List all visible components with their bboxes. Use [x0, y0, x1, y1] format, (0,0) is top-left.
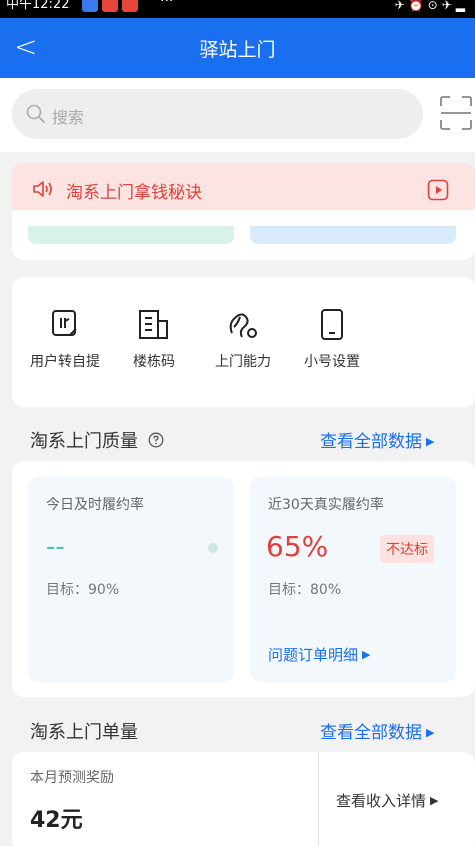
month-rate-target: 目标：80% [268, 582, 342, 598]
problem-orders-text: 问题订单明细 [268, 646, 359, 664]
income-details-link[interactable]: 查看收入详情 ▶ [336, 790, 438, 811]
status-bar: 中午12:22 ··· ✈⏰⊙✈▂ [0, 0, 475, 18]
today-rate-target: 目标：90% [46, 582, 120, 598]
search-input[interactable]: 搜索 [12, 89, 423, 139]
play-icon[interactable] [427, 179, 449, 201]
arrow-right-icon: ▶ [426, 435, 435, 448]
tool-label: 楼栋码 [133, 354, 175, 370]
tool-delivery-capability[interactable]: 上门能力 [206, 309, 280, 371]
problem-orders-link[interactable]: 问题订单明细 ▶ [268, 644, 370, 665]
volume-section-title: 淘系上门单量 [30, 722, 138, 743]
more-notifications: ··· [160, 0, 174, 9]
building-icon [139, 310, 168, 339]
arrow-right-icon: ▶ [362, 648, 371, 661]
quality-view-all-link[interactable]: 查看全部数据 ▶ [320, 427, 434, 452]
not-met-badge: 不达标 [380, 535, 434, 563]
nav-bar: < 驿站上门 [0, 18, 475, 78]
today-rate-value: -- [46, 532, 65, 562]
notice-banner[interactable]: 淘系上门拿钱秘诀 [12, 163, 475, 215]
status-time: 中午12:22 [6, 0, 70, 12]
arrow-right-icon: ▶ [426, 726, 435, 739]
volume-link-text: 查看全部数据 [320, 723, 422, 743]
tool-building-code[interactable]: 楼栋码 [124, 309, 184, 371]
scan-icon[interactable] [439, 95, 473, 131]
divider [318, 752, 319, 846]
income-link-text: 查看收入详情 [336, 792, 427, 810]
tool-label: 用户转自提 [30, 354, 100, 370]
summary-tile-blue [250, 226, 456, 244]
month-rate-label: 近30天真实履约率 [268, 497, 384, 513]
notice-text: 淘系上门拿钱秘诀 [66, 183, 202, 203]
system-status-icons: ✈⏰⊙✈▂ [394, 0, 469, 12]
search-placeholder: 搜索 [52, 108, 85, 127]
quality-section-title: 淘系上门质量 [30, 427, 164, 453]
quality-title-text: 淘系上门质量 [30, 431, 138, 452]
search-area: 搜索 [0, 78, 475, 152]
today-rate-label: 今日及时履约率 [46, 497, 144, 513]
quality-link-text: 查看全部数据 [320, 432, 422, 452]
search-icon [26, 104, 45, 123]
app-notification-icon [102, 0, 118, 12]
capability-icon [229, 313, 257, 338]
arrow-right-icon: ▶ [430, 794, 439, 807]
summary-tile-green [28, 226, 234, 244]
help-icon[interactable] [148, 432, 164, 448]
status-dot [208, 543, 218, 553]
notification-icons [82, 0, 138, 12]
month-rate-value: 65% [266, 530, 329, 563]
tool-sub-account[interactable]: 小号设置 [296, 309, 368, 371]
tool-label: 小号设置 [304, 354, 360, 370]
app-notification-icon [122, 0, 138, 12]
reward-label: 本月预测奖励 [30, 770, 114, 786]
user-pickup-icon [52, 310, 77, 336]
tool-user-pickup[interactable]: 用户转自提 [22, 309, 108, 371]
tool-label: 上门能力 [215, 354, 271, 370]
page-title: 驿站上门 [199, 39, 276, 61]
speaker-icon [33, 181, 52, 197]
app-notification-icon [82, 0, 98, 12]
volume-view-all-link[interactable]: 查看全部数据 ▶ [320, 718, 434, 743]
reward-value: 42元 [30, 808, 83, 833]
phone-icon [321, 309, 343, 340]
